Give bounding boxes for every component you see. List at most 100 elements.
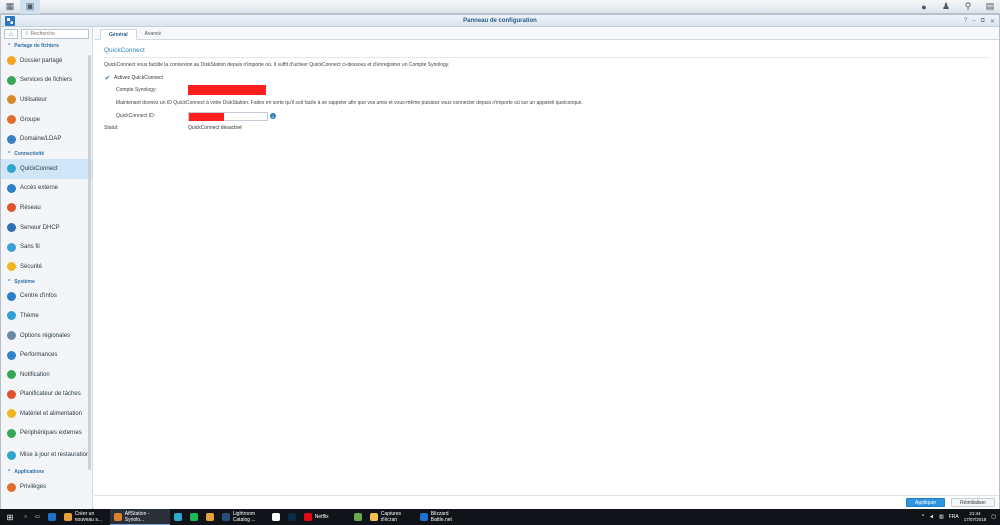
close-icon[interactable]: ✕ xyxy=(990,18,995,25)
apply-button[interactable]: Appliquer xyxy=(906,498,946,507)
external-device-icon xyxy=(7,428,16,438)
sidebar-item-user[interactable]: Utilisateur xyxy=(1,90,92,110)
control-panel-taskbar-button[interactable]: ▣ xyxy=(20,0,40,14)
sidebar-item-privileges[interactable]: Privilèges xyxy=(1,477,92,497)
search-button[interactable]: ⚲ xyxy=(958,0,978,14)
sidebar-item-label: Mise à jour et restauration xyxy=(20,452,90,459)
task-view-icon: ▭ xyxy=(35,514,40,520)
sidebar-section-header[interactable]: ⌃ Applications xyxy=(1,467,92,477)
sidebar-item-shield[interactable]: Sécurité xyxy=(1,257,92,277)
sidebar-item-quickconnect[interactable]: QuickConnect xyxy=(1,158,92,179)
taskbar-app-4[interactable]: Captures d'écran xyxy=(366,509,416,525)
sidebar-section-header[interactable]: ⌃ Partage de fichiers xyxy=(1,41,92,51)
search-input[interactable] xyxy=(30,31,86,37)
clock[interactable]: 21:44 17/07/2018 xyxy=(964,511,987,523)
sidebar-item-label: QuickConnect xyxy=(20,165,58,172)
status-label: Statut: xyxy=(104,125,119,131)
user-button[interactable]: ♟ xyxy=(936,0,956,14)
sidebar-section-header[interactable]: ⌃ Connectivité xyxy=(1,149,92,159)
sidebar-section-header[interactable]: ⌃ Système xyxy=(1,277,92,287)
minimize-icon[interactable]: – xyxy=(972,18,975,24)
sidebar-item-bulb[interactable]: Matériel et alimentation xyxy=(1,404,92,424)
taskbar-app-label: Netflix xyxy=(314,514,329,520)
taskbar-app-3[interactable]: Netflix xyxy=(300,509,350,525)
calendar-icon xyxy=(7,389,16,399)
volume-icon[interactable]: ◄ xyxy=(929,514,934,520)
sidebar-item-globe[interactable]: Accès externe xyxy=(1,179,92,199)
chat-button[interactable]: ● xyxy=(914,0,934,14)
help-icon[interactable]: ? xyxy=(964,18,967,24)
sidebar-item-network[interactable]: Réseau xyxy=(1,198,92,218)
sidebar-item-group[interactable]: Groupe xyxy=(1,110,92,130)
file-services-icon xyxy=(7,75,16,85)
network-icon[interactable]: ▥ xyxy=(939,514,944,520)
dhcp-icon xyxy=(7,223,16,233)
control-panel-window: Panneau de configuration ? – ⧉ ✕ ⌂ ⚲ ⌃Pa… xyxy=(0,14,1000,509)
sidebar-item-label: Groupe xyxy=(20,116,41,123)
start-button[interactable]: ⊞ xyxy=(0,509,20,525)
sidebar-scrollbar[interactable] xyxy=(88,55,91,470)
sidebar-list: ⌃ Partage de fichiers Dossier partagé Servi… xyxy=(1,41,92,497)
task-view-button[interactable]: ▭ xyxy=(31,509,44,525)
region-icon xyxy=(7,331,16,341)
sidebar-item-performance[interactable]: Performances xyxy=(1,345,92,365)
wifi-icon xyxy=(7,242,16,252)
performance-icon xyxy=(7,350,16,360)
taskbar-app-2[interactable]: Lightroom Catalog ... xyxy=(218,509,268,525)
quickconnect-id-redacted xyxy=(189,112,224,121)
language-indicator[interactable]: FRA xyxy=(949,514,959,520)
sidebar-item-label: Thème xyxy=(20,312,39,319)
sidebar-item-domain[interactable]: Domaine/LDAP xyxy=(1,129,92,149)
taskbar-app-1[interactable]: AffStation - Synolo... xyxy=(109,509,170,525)
sidebar-item-label: Services de fichiers xyxy=(20,77,73,84)
sidebar-item-folder[interactable]: Dossier partagé xyxy=(1,51,92,71)
notifications-icon[interactable]: ▢ xyxy=(991,514,996,520)
sidebar-item-file-services[interactable]: Services de fichiers xyxy=(1,71,92,91)
taskbar-pinned-2[interactable] xyxy=(202,509,218,525)
sidebar-item-info[interactable]: Centre d'infos xyxy=(1,287,92,307)
sidebar-item-theme[interactable]: Thème xyxy=(1,306,92,326)
shield-icon xyxy=(7,262,16,272)
taskbar-photoshop[interactable] xyxy=(284,509,300,525)
taskbar-search-button[interactable]: ○ xyxy=(20,509,31,525)
search-box[interactable]: ⚲ xyxy=(21,29,89,39)
info-icon[interactable]: i xyxy=(270,113,276,119)
tab-advanced[interactable]: Avancé xyxy=(137,28,170,39)
sidebar-item-update[interactable]: Mise à jour et restauration xyxy=(1,443,92,467)
chevron-up-icon: ⌃ xyxy=(7,43,12,49)
sidebar-item-notification[interactable]: Notification xyxy=(1,365,92,385)
sidebar-item-external-device[interactable]: Périphériques externes xyxy=(1,424,92,444)
restore-icon[interactable]: ⧉ xyxy=(981,18,985,25)
taskbar-app-5[interactable]: Blizzard Battle.net xyxy=(416,509,466,525)
taskbar-pinned[interactable] xyxy=(170,509,186,525)
photoshop-icon xyxy=(287,513,296,521)
enable-quickconnect-checkbox[interactable]: ✔ xyxy=(104,75,111,82)
sidebar-item-label: Centre d'infos xyxy=(20,293,57,300)
network-icon xyxy=(7,203,16,213)
tab-general[interactable]: Général xyxy=(100,29,137,40)
tray-chevron-icon[interactable]: ^ xyxy=(922,514,924,520)
sidebar-item-dhcp[interactable]: Serveur DHCP xyxy=(1,218,92,238)
chevron-up-icon: ⌃ xyxy=(7,469,12,476)
edge-button[interactable] xyxy=(44,509,60,525)
home-button[interactable]: ⌂ xyxy=(4,29,18,39)
reset-button[interactable]: Réinitialiser xyxy=(951,498,995,507)
taskbar-app-0[interactable]: Créer un nouveau s... xyxy=(60,509,110,525)
sidebar-section-label: Applications xyxy=(14,469,45,476)
taskbar-app-label: AffStation - Synolo... xyxy=(124,510,150,523)
taskbar-info[interactable] xyxy=(268,509,284,525)
chrome-icon xyxy=(63,513,72,521)
info-app-icon xyxy=(271,513,280,521)
taskbar-pinned-3[interactable] xyxy=(350,509,366,525)
main-panel: Général Avancé QuickConnect QuickConnect… xyxy=(94,27,999,509)
sidebar-item-wifi[interactable]: Sans fil xyxy=(1,237,92,257)
pinned-app-icon xyxy=(353,513,362,521)
sidebar-item-calendar[interactable]: Planificateur de tâches xyxy=(1,385,92,405)
quickconnect-id-input[interactable] xyxy=(188,111,268,121)
taskbar-spotify[interactable] xyxy=(186,509,202,525)
sidebar-item-region[interactable]: Options régionales xyxy=(1,326,92,346)
widgets-button[interactable]: ▤ xyxy=(980,0,1000,14)
battlenet-icon xyxy=(419,513,428,521)
status-value: QuickConnect désactivé xyxy=(188,125,242,131)
main-menu-button[interactable]: ▦ xyxy=(0,0,20,14)
